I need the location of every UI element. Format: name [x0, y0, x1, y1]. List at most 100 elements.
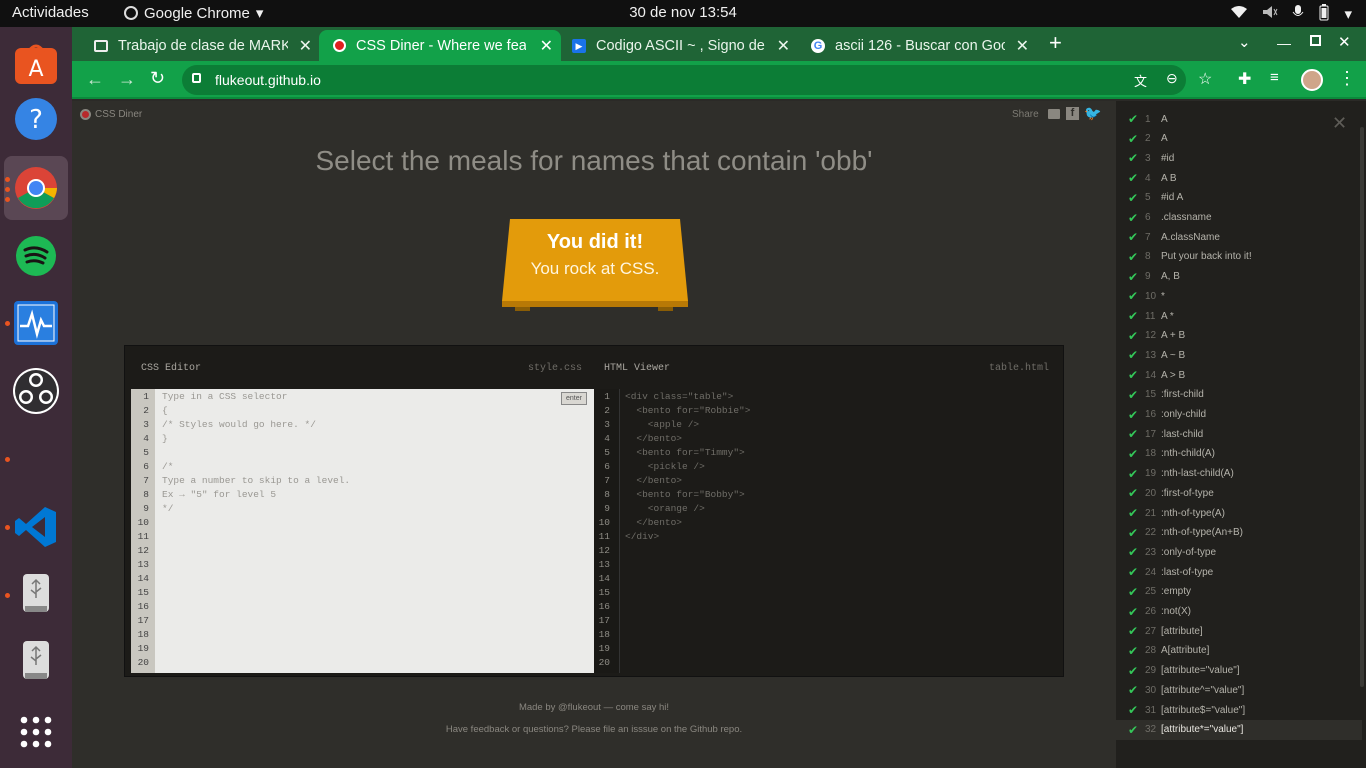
- tab-strip: Trabajo de clase de MARK ✕ CSS Diner - W…: [72, 27, 1366, 61]
- line-number: 7: [604, 475, 610, 486]
- level-item[interactable]: ✔ 10 *: [1116, 286, 1362, 306]
- maximize-icon[interactable]: [1310, 35, 1321, 46]
- html-code-area[interactable]: <div class="table"> <bento for="Robbie">…: [621, 389, 1055, 673]
- level-item[interactable]: ✔ 2 A: [1116, 129, 1362, 149]
- level-item[interactable]: ✔ 32 [attribute*="value"]: [1116, 719, 1362, 740]
- level-item[interactable]: ✔ 30 [attribute^="value"]: [1116, 680, 1362, 700]
- level-item[interactable]: ✔ 31 [attribute$="value"]: [1116, 700, 1362, 720]
- tab-trabajo[interactable]: Trabajo de clase de MARK ✕: [80, 30, 320, 61]
- line-number: 2: [604, 405, 610, 416]
- checkmark-icon: ✔: [1128, 387, 1139, 402]
- enter-button[interactable]: enter: [561, 392, 587, 405]
- level-item[interactable]: ✔ 20:first-of-type: [1116, 483, 1362, 503]
- level-item[interactable]: ✔ 8 Put your back into it!: [1116, 247, 1362, 267]
- level-name: :only-child: [1161, 409, 1207, 420]
- system-tray[interactable]: ▾: [1230, 3, 1352, 25]
- obs-studio-icon[interactable]: [4, 359, 68, 423]
- level-item[interactable]: ✔ 23:only-of-type: [1116, 542, 1362, 562]
- system-monitor-icon[interactable]: [4, 291, 68, 355]
- line-number: 18: [137, 629, 149, 640]
- level-item[interactable]: ✔ 26:not(X): [1116, 602, 1362, 622]
- close-icon[interactable]: ✕: [777, 36, 790, 56]
- running-indicator: [5, 525, 10, 530]
- level-item[interactable]: ✔ 19:nth-last-child(A): [1116, 464, 1362, 484]
- zoom-icon[interactable]: ⊖: [1166, 70, 1178, 87]
- translate-icon[interactable]: 文: [1134, 71, 1147, 90]
- clock[interactable]: 30 de nov 13:54: [629, 4, 737, 21]
- level-item[interactable]: ✔ 1 A: [1116, 109, 1362, 129]
- level-item[interactable]: ✔ 15:first-child: [1116, 385, 1362, 405]
- software-center-icon[interactable]: A: [4, 31, 68, 95]
- media-control-icon[interactable]: ≡: [1270, 69, 1279, 86]
- level-item[interactable]: ✔ 18:nth-child(A): [1116, 444, 1362, 464]
- profile-avatar[interactable]: [1301, 69, 1323, 91]
- level-item[interactable]: ✔ 22:nth-of-type(An+B): [1116, 523, 1362, 543]
- show-applications-icon[interactable]: [4, 700, 68, 764]
- sidebar-scrollbar[interactable]: [1360, 127, 1364, 687]
- close-icon[interactable]: ✕: [299, 36, 312, 56]
- tab-css-diner[interactable]: CSS Diner - Where we feas ✕: [319, 30, 561, 61]
- level-item[interactable]: ✔ 9 A, B: [1116, 267, 1362, 287]
- level-name: :last-child: [1161, 428, 1204, 440]
- new-tab-icon[interactable]: +: [1049, 30, 1062, 56]
- chrome-dock-icon[interactable]: [4, 156, 68, 220]
- level-item[interactable]: ✔ 21:nth-of-type(A): [1116, 503, 1362, 523]
- level-item[interactable]: ✔ 7 A.className: [1116, 227, 1362, 247]
- back-icon[interactable]: ←: [86, 69, 104, 90]
- kebab-menu-icon[interactable]: ⋮: [1338, 68, 1356, 89]
- help-icon[interactable]: ?: [4, 87, 68, 151]
- vscode-icon[interactable]: [4, 495, 68, 559]
- close-icon[interactable]: ✕: [1016, 36, 1029, 56]
- tab-search-icon[interactable]: ⌄: [1238, 33, 1251, 51]
- level-item[interactable]: ✔ 24:last-of-type: [1116, 562, 1362, 582]
- line-number: 18: [598, 629, 610, 640]
- reload-icon[interactable]: ↻: [150, 68, 165, 89]
- level-name: A B: [1161, 172, 1177, 184]
- level-name: :not(X): [1161, 606, 1192, 617]
- level-item[interactable]: ✔ 13 A ~ B: [1116, 345, 1362, 365]
- level-item[interactable]: ✔ 28 A[attribute]: [1116, 641, 1362, 661]
- spotify-icon[interactable]: [4, 224, 68, 288]
- usb-drive-icon[interactable]: [4, 629, 68, 693]
- minimize-icon[interactable]: —: [1277, 35, 1291, 51]
- facebook-share-icon[interactable]: f: [1066, 107, 1079, 120]
- level-name: A: [1161, 113, 1168, 125]
- line-number: 15: [598, 587, 610, 598]
- level-item[interactable]: ✔ 25:empty: [1116, 582, 1362, 602]
- line-number: 11: [137, 531, 149, 542]
- checkmark-icon: ✔: [1128, 446, 1139, 461]
- level-item[interactable]: ✔ 29 [attribute="value"]: [1116, 661, 1362, 681]
- level-item[interactable]: ✔ 16:only-child: [1116, 405, 1362, 425]
- activities-button[interactable]: Actividades: [12, 4, 89, 21]
- checkmark-icon: ✔: [1128, 230, 1139, 245]
- diner-favicon: [333, 39, 346, 52]
- forward-icon[interactable]: →: [118, 69, 136, 90]
- css-line-gutter: 1 2 3 4 5 6 7 8 9 10 11 12 13 14 15 16 17 18 19 20: [131, 389, 155, 673]
- tab-codigo-ascii[interactable]: ▶ Codigo ASCII ~ , Signo de c ✕: [558, 30, 798, 61]
- level-item[interactable]: ✔ 3 #id: [1116, 148, 1362, 168]
- level-item[interactable]: ✔ 17:last-child: [1116, 424, 1362, 444]
- close-icon[interactable]: ✕: [540, 36, 553, 56]
- checkmark-icon: ✔: [1128, 210, 1139, 225]
- chrome-icon: [124, 6, 138, 20]
- extensions-icon[interactable]: ✚: [1238, 69, 1251, 89]
- level-item[interactable]: ✔ 4 A B: [1116, 168, 1362, 188]
- tab-ascii-google[interactable]: G ascii 126 - Buscar con Goo ✕: [797, 30, 1037, 61]
- bookmark-star-icon[interactable]: ☆: [1198, 69, 1212, 89]
- success-title: You did it!: [546, 231, 644, 253]
- level-item[interactable]: ✔ 27 [attribute]: [1116, 621, 1362, 641]
- line-number: 8: [604, 489, 610, 500]
- twitter-share-icon[interactable]: 🐦: [1084, 105, 1101, 122]
- css-code-area[interactable]: Type in a CSS selector {/* Styles would g…: [155, 389, 594, 673]
- app-menu[interactable]: Google Chrome ▾: [124, 4, 263, 22]
- level-item[interactable]: ✔ 14 A > B: [1116, 365, 1362, 385]
- level-item[interactable]: ✔ 5 #id A: [1116, 188, 1362, 208]
- close-window-icon[interactable]: ✕: [1338, 33, 1351, 51]
- level-item[interactable]: ✔ 11 A *: [1116, 306, 1362, 326]
- level-item[interactable]: ✔ 12 A + B: [1116, 326, 1362, 346]
- level-item[interactable]: ✔ 6 .classname: [1116, 208, 1362, 228]
- usb-drive-icon[interactable]: [4, 562, 68, 626]
- brand-name[interactable]: CSS Diner: [95, 109, 142, 120]
- address-bar[interactable]: flukeout.github.io 文 ⊖ ☆: [182, 65, 1212, 95]
- email-share-icon[interactable]: [1048, 109, 1060, 119]
